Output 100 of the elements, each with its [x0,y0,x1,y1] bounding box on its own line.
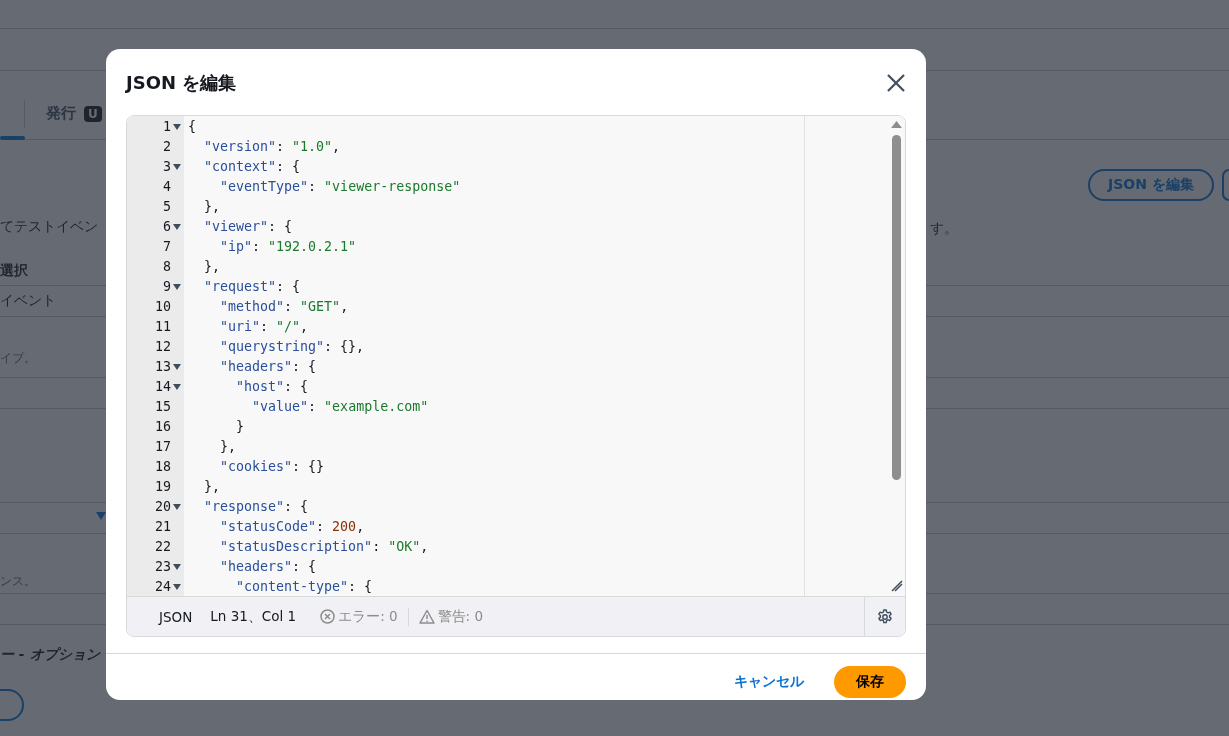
line-number: 7 [163,238,171,256]
code-key: "ip" [188,237,253,257]
line-number: 1 [163,118,171,136]
line-number: 3 [163,158,171,176]
code-string: "192.0.2.1" [268,238,357,256]
error-icon [320,609,336,624]
line-number: 23 [155,558,171,576]
fold-caret-icon[interactable] [172,163,182,171]
code-string: "viewer-response" [324,178,461,196]
code-key: "uri" [188,317,261,337]
line-number: 14 [155,378,171,396]
code-punctuation: : { [276,158,301,176]
fold-caret-icon[interactable] [172,583,182,591]
code-punctuation: : { [268,218,293,236]
code-punctuation: , [356,518,365,536]
line-number: 11 [155,318,171,336]
code-punctuation: : { [348,578,373,596]
code-key: "host" [188,377,285,397]
code-punctuation: }, [203,198,221,216]
code-punctuation: : [372,538,382,556]
code-punctuation: }, [203,258,221,276]
code-punctuation: : [260,318,270,336]
code-number: 200 [332,518,357,536]
settings-icon[interactable] [877,608,893,625]
code-punctuation: : { [292,558,317,576]
line-number: 12 [155,338,171,356]
code-punctuation: : [308,398,318,416]
fold-caret-icon[interactable] [172,383,182,391]
save-button[interactable]: 保存 [834,666,906,698]
code-punctuation: : { [276,278,301,296]
code-string: "example.com" [324,398,429,416]
code-punctuation: : [308,178,318,196]
code-key: "eventType" [188,177,309,197]
code-key: "statusDescription" [188,537,373,557]
line-number: 24 [155,578,171,596]
code-punctuation: , [300,318,309,336]
code-key: "request" [188,277,277,297]
code-punctuation: : [284,298,294,316]
code-punctuation: }, [203,478,221,496]
line-number: 19 [155,478,171,496]
fold-caret-icon[interactable] [172,283,182,291]
code-punctuation: : { [284,498,309,516]
code-punctuation: , [332,138,341,156]
line-number: 20 [155,498,171,516]
line-number: 21 [155,518,171,536]
cursor-position: Ln 31、Col 1 [210,607,297,626]
line-number: 5 [163,198,171,216]
field-label: 選択 [0,262,28,280]
language-label: JSON [159,608,193,625]
code-string: "GET" [300,298,341,316]
code-key: "cookies" [188,457,293,477]
code-punctuation: : { [292,358,317,376]
warning-count[interactable]: 警告: 0 [437,607,484,626]
line-number: 2 [163,138,171,156]
line-number: 10 [155,298,171,316]
resize-handle-icon[interactable] [891,580,903,592]
line-number: 16 [155,418,171,436]
fold-caret-icon[interactable] [172,123,182,131]
fold-caret-icon[interactable] [172,563,182,571]
code-string: "1.0" [292,138,333,156]
section-heading: ー - オプション [0,646,100,664]
code-key: "version" [188,137,277,157]
code-punctuation: } [235,418,245,436]
fold-caret-icon[interactable] [172,503,182,511]
fold-caret-icon[interactable] [172,363,182,371]
line-number: 4 [163,178,171,196]
code-punctuation: : { [284,378,309,396]
code-punctuation: : {} [292,458,325,476]
code-key: "content-type" [188,577,349,597]
code-punctuation: : {}, [324,338,365,356]
description-text: てテストイベン [0,218,98,236]
code-punctuation: { [188,118,196,136]
line-number: 9 [163,278,171,296]
scrollbar-thumb[interactable] [892,135,901,480]
close-icon [887,74,905,92]
error-count[interactable]: エラー: 0 [338,607,398,626]
line-number: 22 [155,538,171,556]
code-punctuation: }, [219,438,237,456]
code-key: "context" [188,157,277,177]
code-key: "response" [188,497,285,517]
line-number: 6 [163,218,171,236]
code-string: "OK" [388,538,421,556]
cancel-button[interactable]: キャンセル [734,667,804,697]
code-punctuation: : [316,518,326,536]
line-number: 18 [155,458,171,476]
line-number: 13 [155,358,171,376]
fold-caret-icon[interactable] [172,223,182,231]
code-punctuation: : [276,138,286,156]
description-text: す。 [930,220,958,238]
code-key: "statusCode" [188,517,317,537]
scroll-up-icon[interactable] [891,121,902,128]
line-number: 17 [155,438,171,456]
code-punctuation: , [420,538,429,556]
dialog-title: JSON を編集 [126,71,237,95]
line-number: 15 [155,398,171,416]
warning-icon [418,609,435,624]
code-key: "headers" [188,357,293,377]
code-punctuation: , [340,298,349,316]
code-key: "querystring" [188,337,325,357]
line-number: 8 [163,258,171,276]
